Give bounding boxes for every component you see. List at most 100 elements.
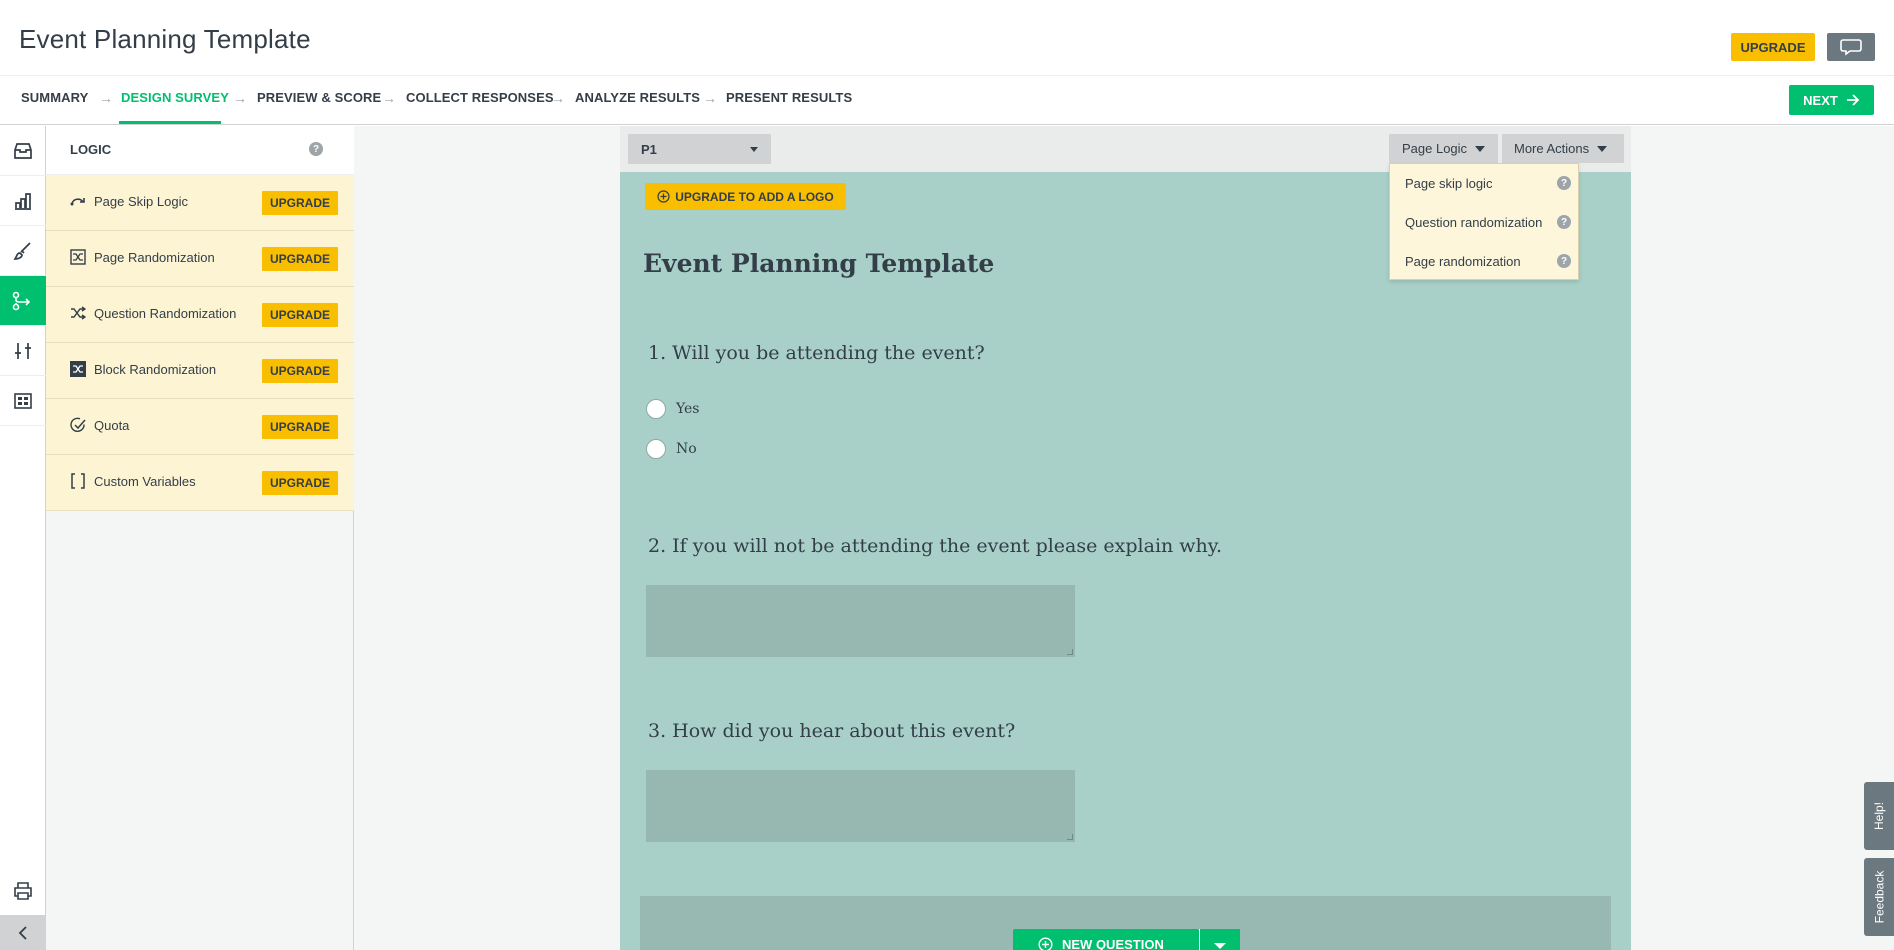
block-shuffle-icon xyxy=(70,361,86,377)
survey-title-header[interactable]: Event Planning Template xyxy=(19,24,311,55)
step-arrow-icon: → xyxy=(382,90,396,106)
page-random-icon xyxy=(70,249,86,265)
logic-item-custom-variables[interactable]: Custom Variables UPGRADE xyxy=(46,455,354,511)
tab-design-survey[interactable]: DESIGN SURVEY xyxy=(121,90,229,105)
check-circle-icon xyxy=(70,417,86,433)
comment-textarea[interactable] xyxy=(646,770,1075,842)
radio-label: Yes xyxy=(676,401,700,417)
logic-item-label: Quota xyxy=(94,418,130,433)
tab-summary[interactable]: SUMMARY xyxy=(21,90,88,105)
rail-options[interactable] xyxy=(0,326,46,376)
tab-preview-score[interactable]: PREVIEW & SCORE xyxy=(257,90,381,105)
page-select-value: P1 xyxy=(641,141,657,157)
more-actions-label: More Actions xyxy=(1514,141,1590,156)
comment-textarea[interactable] xyxy=(646,585,1075,657)
left-icon-rail xyxy=(0,126,46,950)
top-header: Event Planning Template UPGRADE xyxy=(0,0,1894,76)
logic-item-block-randomization[interactable]: Block Randomization UPGRADE xyxy=(46,343,354,399)
question-title[interactable]: 1. Will you be attending the event? xyxy=(648,342,985,364)
rail-question-bank[interactable] xyxy=(0,126,46,176)
upgrade-button[interactable]: UPGRADE xyxy=(1731,33,1815,61)
templates-grid-icon xyxy=(14,392,32,409)
help-icon[interactable]: ? xyxy=(1557,215,1571,229)
help-icon[interactable]: ? xyxy=(1557,254,1571,268)
feedback-tab-label: Feedback xyxy=(1872,870,1887,924)
question-title[interactable]: 3. How did you hear about this event? xyxy=(648,720,1015,742)
feedback-tab[interactable]: Feedback xyxy=(1864,858,1894,936)
rail-builder[interactable] xyxy=(0,176,46,226)
page-logic-button[interactable]: Page Logic xyxy=(1389,134,1498,163)
new-question-label: NEW QUESTION xyxy=(1062,937,1164,950)
help-tab[interactable]: Help! xyxy=(1864,782,1894,850)
menu-item-page-randomization[interactable]: Page randomization ? xyxy=(1390,242,1580,280)
tab-analyze-results[interactable]: ANALYZE RESULTS xyxy=(575,90,700,105)
next-button[interactable]: NEXT xyxy=(1789,85,1874,115)
menu-item-question-randomization[interactable]: Question randomization ? xyxy=(1390,203,1580,241)
menu-item-label: Question randomization xyxy=(1405,215,1543,230)
step-arrow-icon: → xyxy=(99,90,113,106)
next-label: NEXT xyxy=(1803,92,1838,108)
logic-item-question-randomization[interactable]: Question Randomization UPGRADE xyxy=(46,287,354,343)
logic-icon xyxy=(12,291,31,310)
page-select[interactable]: P1 xyxy=(628,134,771,164)
logic-item-label: Block Randomization xyxy=(94,362,217,377)
plus-circle-icon xyxy=(1038,937,1053,950)
radio-yes[interactable] xyxy=(646,399,666,419)
logic-panel-title: LOGIC xyxy=(70,142,112,157)
rail-collapse-button[interactable] xyxy=(0,915,46,950)
resize-handle-icon[interactable] xyxy=(1067,649,1073,655)
step-navigation: SUMMARY → DESIGN SURVEY → PREVIEW & SCOR… xyxy=(0,76,1894,125)
style-brush-icon xyxy=(13,241,31,260)
question-title[interactable]: 2. If you will not be attending the even… xyxy=(648,535,1222,557)
step-arrow-icon: → xyxy=(551,90,565,106)
print-icon xyxy=(14,882,32,900)
upgrade-button[interactable]: UPGRADE xyxy=(262,303,338,327)
tab-collect-responses[interactable]: COLLECT RESPONSES xyxy=(406,90,554,105)
new-question-dropdown-button[interactable] xyxy=(1199,929,1240,950)
upgrade-add-logo-button[interactable]: UPGRADE TO ADD A LOGO xyxy=(645,183,846,210)
skip-logic-icon xyxy=(70,193,86,209)
logic-item-quota[interactable]: Quota UPGRADE xyxy=(46,399,354,455)
logic-item-page-skip-logic[interactable]: Page Skip Logic UPGRADE xyxy=(46,175,354,231)
chevron-down-icon xyxy=(1597,145,1608,152)
resize-handle-icon[interactable] xyxy=(1067,834,1073,840)
builder-chart-icon xyxy=(15,192,31,210)
tab-present-results[interactable]: PRESENT RESULTS xyxy=(726,90,852,105)
new-question-button[interactable]: NEW QUESTION xyxy=(1013,929,1199,950)
feedback-chat-button[interactable] xyxy=(1827,33,1875,61)
chevron-down-icon xyxy=(1475,145,1486,152)
upgrade-button[interactable]: UPGRADE xyxy=(262,415,338,439)
help-icon[interactable]: ? xyxy=(309,142,323,156)
radio-label: No xyxy=(676,441,697,457)
menu-item-page-skip-logic[interactable]: Page skip logic ? xyxy=(1390,164,1580,202)
survey-title[interactable]: Event Planning Template xyxy=(643,249,994,278)
menu-item-label: Page randomization xyxy=(1405,254,1521,269)
menu-item-label: Page skip logic xyxy=(1405,176,1493,191)
plus-circle-icon xyxy=(657,190,670,203)
rail-templates[interactable] xyxy=(0,376,46,426)
logic-item-label: Page Randomization xyxy=(94,250,215,265)
logic-item-label: Question Randomization xyxy=(94,306,237,321)
help-icon[interactable]: ? xyxy=(1557,176,1571,190)
step-arrow-icon: → xyxy=(703,90,717,106)
upgrade-button[interactable]: UPGRADE xyxy=(262,471,338,495)
shuffle-icon xyxy=(70,305,86,321)
rail-style[interactable] xyxy=(0,226,46,276)
rail-print[interactable] xyxy=(0,868,46,914)
chevron-down-icon xyxy=(1214,943,1226,949)
rail-logic[interactable] xyxy=(0,276,46,326)
more-actions-button[interactable]: More Actions xyxy=(1502,134,1624,163)
upgrade-button[interactable]: UPGRADE xyxy=(262,359,338,383)
upgrade-button[interactable]: UPGRADE xyxy=(262,191,338,215)
logic-item-label: Page Skip Logic xyxy=(94,194,188,209)
upgrade-button[interactable]: UPGRADE xyxy=(262,247,338,271)
logo-button-label: UPGRADE TO ADD A LOGO xyxy=(675,189,834,204)
step-arrow-icon: → xyxy=(233,90,247,106)
page-logic-dropdown: Page skip logic ? Question randomization… xyxy=(1389,163,1579,280)
radio-no[interactable] xyxy=(646,439,666,459)
logic-item-page-randomization[interactable]: Page Randomization UPGRADE xyxy=(46,231,354,287)
speech-bubble-icon xyxy=(1840,39,1862,56)
logic-item-label: Custom Variables xyxy=(94,474,196,489)
chevron-down-icon xyxy=(750,147,758,152)
arrow-right-icon xyxy=(1846,94,1860,106)
